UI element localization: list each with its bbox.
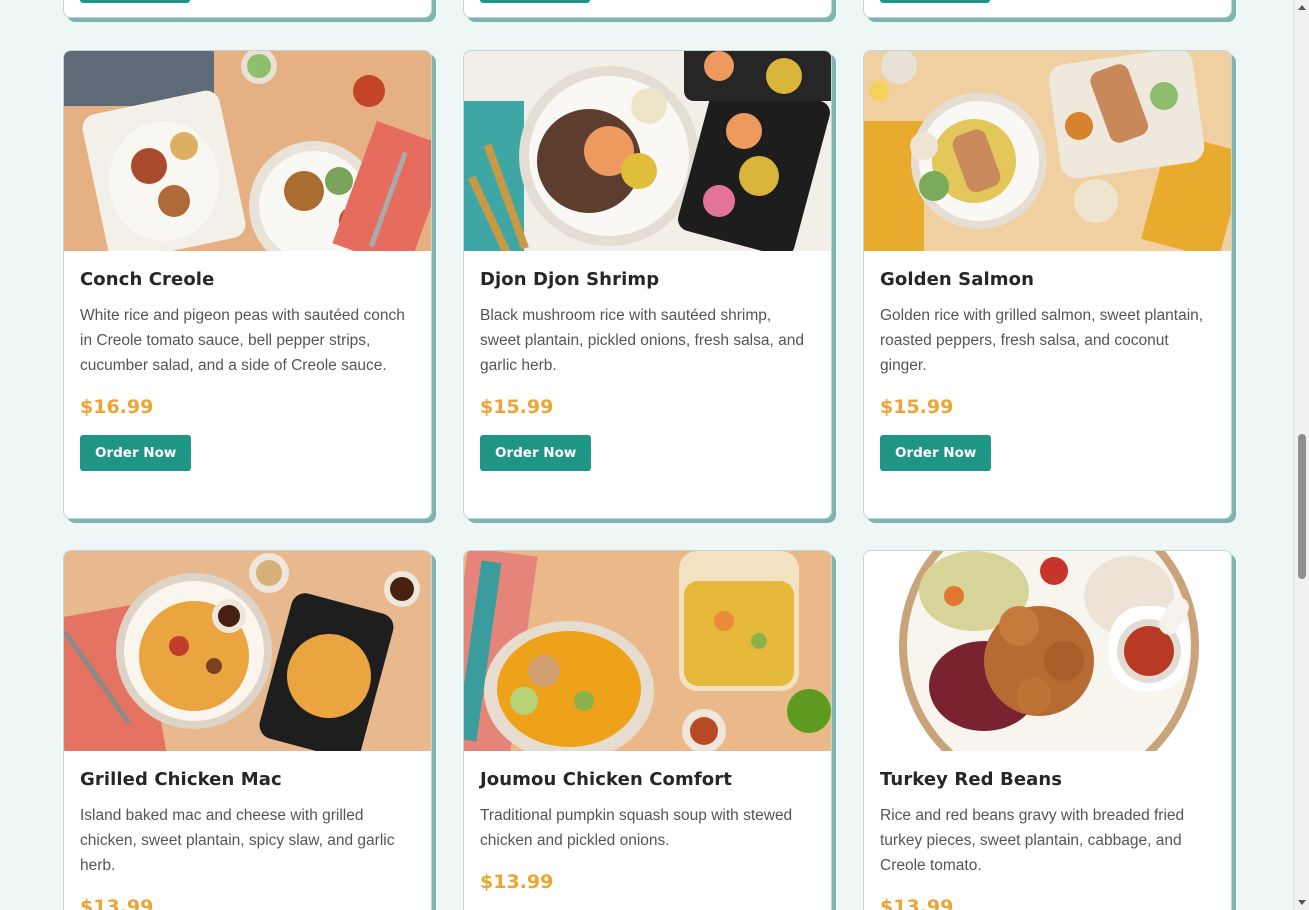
food-image bbox=[864, 551, 1231, 751]
menu-item-title: Joumou Chicken Comfort bbox=[480, 769, 732, 790]
menu-item-description: Rice and red beans gravy with breaded fr… bbox=[880, 807, 1185, 874]
menu-item-price: $13.99 bbox=[480, 871, 554, 893]
menu-item-price: $15.99 bbox=[480, 396, 554, 418]
menu-item-price: $13.99 bbox=[80, 896, 154, 910]
order-button-partial[interactable] bbox=[80, 0, 190, 3]
menu-item-title: Conch Creole bbox=[80, 269, 215, 290]
menu-page: Conch Creole White rice and pigeon peas … bbox=[0, 0, 1293, 910]
djon-djon-shrimp-photo bbox=[464, 51, 831, 251]
menu-item-price: $15.99 bbox=[880, 396, 954, 418]
menu-card-grilled-chicken-mac: Grilled Chicken Mac Island baked mac and… bbox=[63, 550, 432, 910]
scroll-up-arrow-icon[interactable] bbox=[1298, 5, 1306, 10]
menu-item-description: Traditional pumpkin squash soup with ste… bbox=[480, 807, 793, 849]
food-image bbox=[64, 551, 431, 751]
vertical-scrollbar[interactable] bbox=[1293, 0, 1309, 910]
menu-card-turkey-red-beans: Turkey Red Beans Rice and red beans grav… bbox=[863, 550, 1232, 910]
order-button-partial[interactable] bbox=[880, 0, 990, 3]
turkey-red-beans-photo bbox=[864, 551, 1231, 751]
menu-item-title: Grilled Chicken Mac bbox=[80, 769, 282, 790]
menu-card-partial bbox=[63, 0, 432, 18]
order-now-button[interactable]: Order Now bbox=[80, 435, 192, 471]
menu-item-title: Golden Salmon bbox=[880, 269, 1035, 290]
food-image bbox=[464, 551, 831, 751]
conch-creole-photo bbox=[64, 51, 431, 251]
menu-item-title: Turkey Red Beans bbox=[880, 769, 1063, 790]
order-now-button[interactable]: Order Now bbox=[880, 435, 992, 471]
golden-salmon-photo bbox=[864, 51, 1231, 251]
joumou-chicken-photo bbox=[464, 551, 831, 751]
menu-card-conch-creole: Conch Creole White rice and pigeon peas … bbox=[63, 50, 432, 519]
menu-card-djon-djon-shrimp: Djon Djon Shrimp Black mushroom rice wit… bbox=[463, 50, 832, 519]
order-now-button[interactable]: Order Now bbox=[480, 435, 592, 471]
menu-item-description: Golden rice with grilled salmon, sweet p… bbox=[880, 307, 1204, 374]
food-image bbox=[64, 51, 431, 251]
menu-card-partial bbox=[463, 0, 832, 18]
grilled-chicken-mac-photo bbox=[64, 551, 431, 751]
menu-item-price: $13.99 bbox=[880, 896, 954, 910]
food-image bbox=[864, 51, 1231, 251]
menu-item-description: White rice and pigeon peas with sautéed … bbox=[80, 307, 405, 374]
menu-card-partial bbox=[863, 0, 1232, 18]
menu-item-description: Island baked mac and cheese with grilled… bbox=[80, 807, 395, 874]
menu-item-title: Djon Djon Shrimp bbox=[480, 269, 660, 290]
order-button-partial[interactable] bbox=[480, 0, 590, 3]
food-image bbox=[464, 51, 831, 251]
menu-item-description: Black mushroom rice with sautéed shrimp,… bbox=[480, 307, 804, 374]
scroll-down-arrow-icon[interactable] bbox=[1298, 900, 1306, 905]
menu-card-joumou-chicken-comfort: Joumou Chicken Comfort Traditional pumpk… bbox=[463, 550, 832, 910]
menu-item-price: $16.99 bbox=[80, 396, 154, 418]
menu-card-golden-salmon: Golden Salmon Golden rice with grilled s… bbox=[863, 50, 1232, 519]
scrollbar-thumb[interactable] bbox=[1298, 434, 1306, 579]
